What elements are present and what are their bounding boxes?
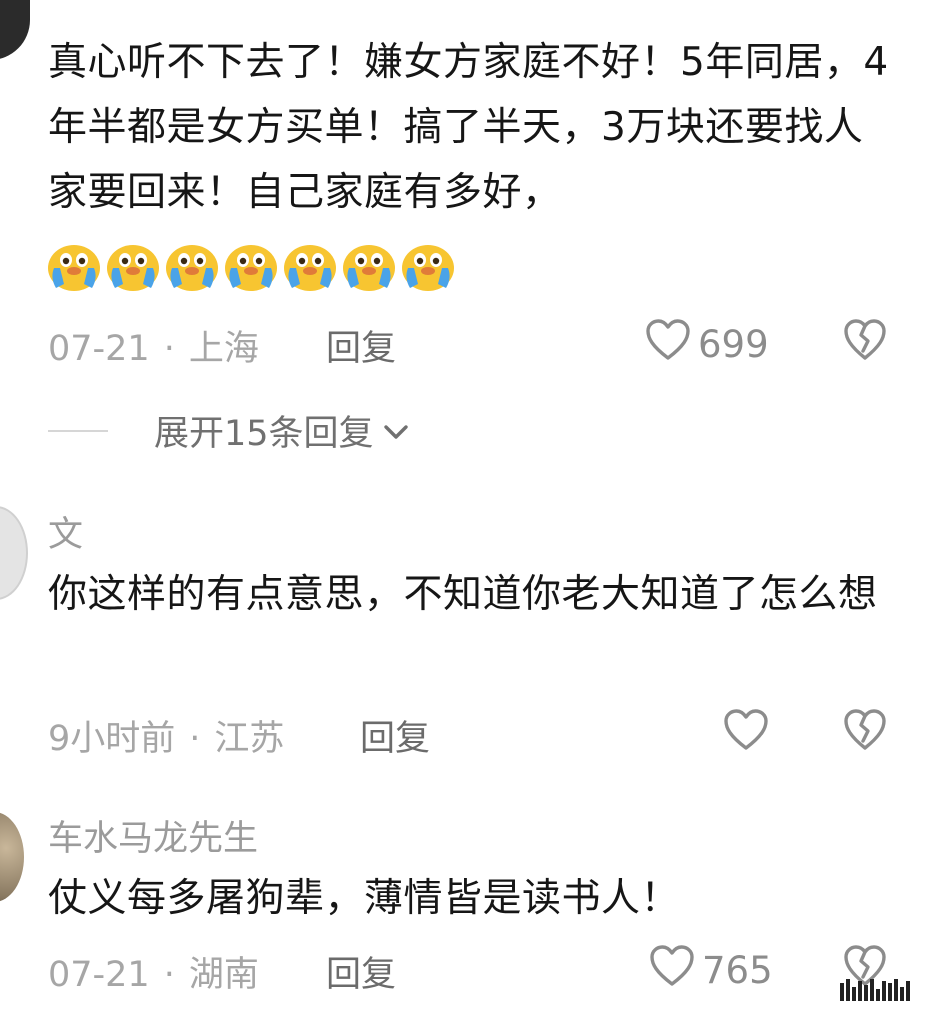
crying-face-emoji-icon — [164, 238, 220, 298]
comment-location: 湖南 — [188, 955, 259, 995]
comment-meta: 9小时前 · 江苏 — [48, 710, 284, 761]
comment-meta: 07-21 · 湖南 — [48, 946, 259, 997]
comment-text: 你这样的有点意思，不知道你老大知道了怎么想 — [48, 572, 878, 617]
dislike-button[interactable] — [842, 708, 888, 756]
reply-button[interactable]: 回复 — [326, 320, 396, 371]
comment-username[interactable]: 文 — [48, 506, 83, 557]
crying-face-emoji-icon — [282, 238, 338, 298]
comment-text: 仗义每多屠狗辈，薄情皆是读书人！ — [48, 876, 681, 921]
crying-face-emoji-icon — [105, 238, 161, 298]
comment-date: 07-21 — [48, 955, 150, 995]
like-count: 699 — [698, 323, 769, 366]
like-button[interactable]: 699 — [644, 318, 769, 371]
expand-replies-label: 展开15条回复 — [154, 414, 374, 454]
avatar[interactable] — [0, 812, 24, 902]
heart-icon — [644, 318, 692, 371]
like-count: 765 — [702, 949, 773, 992]
broken-heart-icon — [842, 319, 888, 366]
chevron-down-icon — [374, 411, 410, 451]
heart-icon — [648, 944, 696, 997]
comment-date: 07-21 — [48, 329, 150, 369]
comment-date: 9小时前 — [48, 719, 176, 759]
watermark-logo — [840, 979, 910, 1001]
like-button[interactable]: 765 — [648, 944, 773, 997]
comment-meta: 07-21 · 上海 — [48, 320, 259, 371]
separator-dot: · — [189, 719, 201, 759]
expand-replies-button[interactable]: 展开15条回复 — [48, 405, 410, 456]
comment-username[interactable]: 车水马龙先生 — [48, 810, 258, 861]
comment-location: 江苏 — [214, 719, 285, 759]
separator-dot: · — [163, 955, 175, 995]
dislike-button[interactable] — [842, 318, 888, 366]
crying-face-emoji-icon — [223, 238, 279, 298]
like-button[interactable] — [722, 708, 770, 761]
broken-heart-icon — [842, 709, 888, 756]
crying-face-emoji-icon — [46, 238, 102, 298]
crying-face-emoji-icon — [341, 238, 397, 298]
emoji-row — [46, 238, 456, 298]
avatar[interactable] — [0, 0, 30, 60]
reply-button[interactable]: 回复 — [326, 946, 396, 997]
avatar[interactable] — [0, 506, 28, 600]
divider-line — [48, 429, 108, 432]
comment-text: 真心听不下去了！嫌女方家庭不好！5年同居，4年半都是女方买单！搞了半天，3万块还… — [48, 40, 889, 215]
crying-face-emoji-icon — [400, 238, 456, 298]
separator-dot: · — [163, 329, 175, 369]
heart-icon — [722, 708, 770, 761]
reply-button[interactable]: 回复 — [360, 710, 430, 761]
comment-location: 上海 — [188, 329, 259, 369]
